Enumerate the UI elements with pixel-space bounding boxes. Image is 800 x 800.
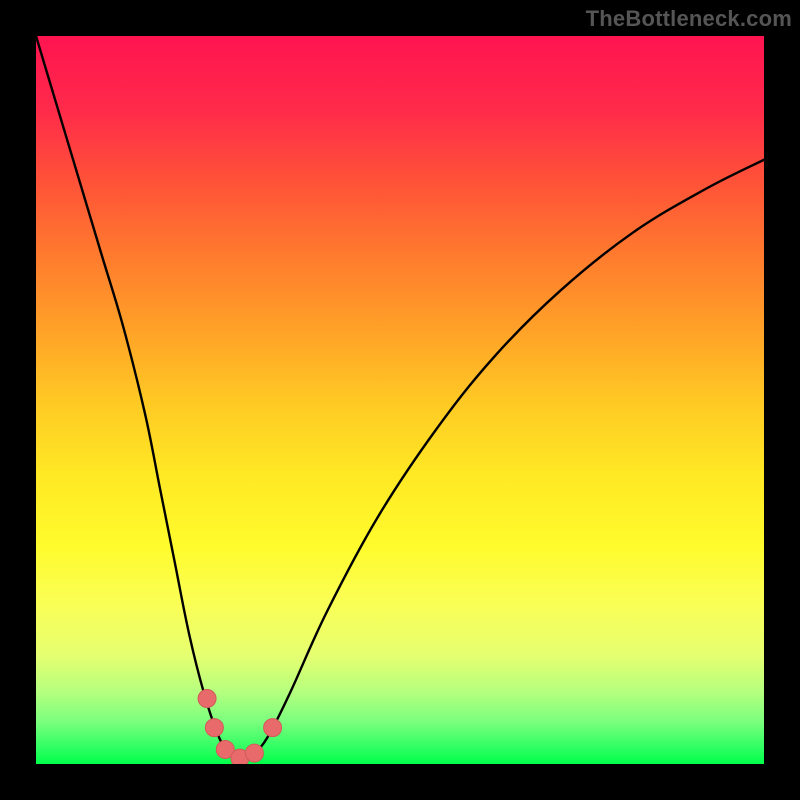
dot-bottom-3 xyxy=(245,744,263,762)
dot-right xyxy=(264,719,282,737)
curve-markers xyxy=(198,689,282,764)
watermark-text: TheBottleneck.com xyxy=(586,6,792,32)
chart-outer-frame: TheBottleneck.com xyxy=(0,0,800,800)
dot-left-upper xyxy=(198,689,216,707)
dot-left-lower xyxy=(205,719,223,737)
bottleneck-curve xyxy=(36,36,764,760)
chart-plot-area xyxy=(36,36,764,764)
bottleneck-curve-svg xyxy=(36,36,764,764)
